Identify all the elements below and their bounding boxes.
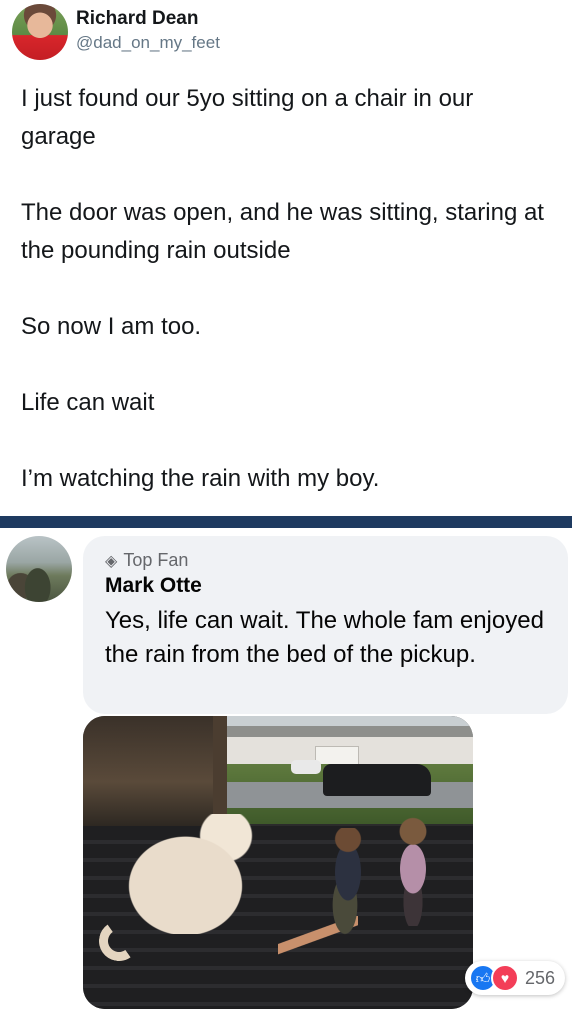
comment-bubble: ◈ Top Fan Mark Otte Yes, life can wait. … xyxy=(83,536,568,714)
tweet-card: Richard Dean @dad_on_my_feet I just foun… xyxy=(0,0,572,516)
section-divider xyxy=(0,516,572,528)
tweet-paragraph: Life can wait xyxy=(21,389,155,416)
gem-icon: ◈ xyxy=(105,552,118,570)
tweet-author-avatar[interactable] xyxy=(12,4,68,60)
reactions-summary[interactable]: 👍︎ ♥ 256 xyxy=(465,961,565,995)
comment-text: Yes, life can wait. The whole fam enjoye… xyxy=(105,607,544,668)
photo-garage-shelf xyxy=(83,716,223,826)
tweet-paragraph: I just found our 5yo sitting on a chair … xyxy=(21,85,474,150)
tweet-author-handle[interactable]: @dad_on_my_feet xyxy=(76,33,220,53)
tweet-text: I just found our 5yo sitting on a chair … xyxy=(21,80,551,498)
tweet-paragraph: I’m watching the rain with my boy. xyxy=(21,465,380,492)
top-fan-badge: ◈ Top Fan xyxy=(105,550,188,571)
photo-dog xyxy=(103,814,253,934)
tweet-author-name[interactable]: Richard Dean xyxy=(76,8,198,30)
tweet-paragraph: The door was open, and he was sitting, s… xyxy=(21,199,544,264)
reaction-count: 256 xyxy=(525,967,556,988)
photo-white-car xyxy=(291,760,321,774)
commenter-avatar[interactable] xyxy=(6,536,72,602)
tweet-paragraph: So now I am too. xyxy=(21,313,202,340)
photo-girl xyxy=(383,816,443,926)
comment-photo[interactable] xyxy=(83,716,473,1009)
top-fan-label: Top Fan xyxy=(123,550,189,570)
love-icon: ♥ xyxy=(491,964,519,992)
photo-boy xyxy=(318,828,378,938)
commenter-name[interactable]: Mark Otte xyxy=(105,574,202,598)
photo-pickup-truck xyxy=(323,764,431,796)
